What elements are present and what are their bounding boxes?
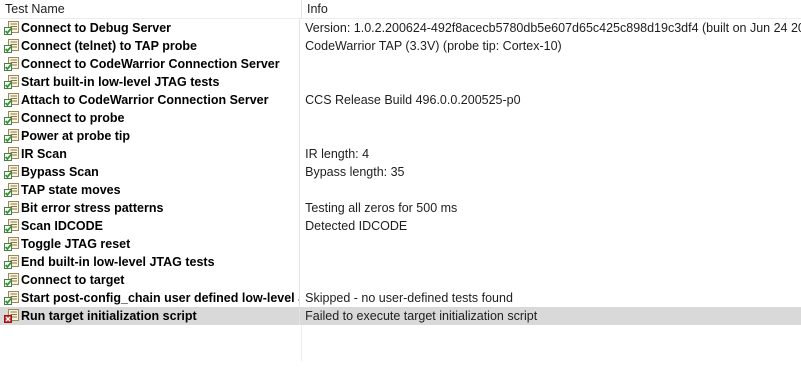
table-row[interactable]: Toggle JTAG reset — [0, 235, 801, 253]
info-cell — [300, 271, 801, 289]
table-row[interactable]: TAP state moves — [0, 181, 801, 199]
test-name-cell[interactable]: Run target initialization script — [0, 307, 301, 325]
test-results-table: Test Name Info Connect to Debug Server Ve… — [0, 0, 801, 373]
info-cell: Skipped - no user-defined tests found — [305, 291, 513, 305]
checklist-pass-icon — [4, 291, 19, 305]
checklist-pass-icon — [4, 21, 19, 35]
test-name-cell[interactable]: Connect to CodeWarrior Connection Server — [0, 55, 301, 73]
info-cell — [300, 253, 801, 271]
empty-cell — [0, 325, 302, 343]
table-row[interactable]: Bypass Scan Bypass length: 35 — [0, 163, 801, 181]
info-cell: Bypass length: 35 — [305, 165, 405, 179]
test-name-cell[interactable]: Bypass Scan — [0, 163, 301, 181]
table-row[interactable]: Bit error stress patterns Testing all zer… — [0, 199, 801, 217]
checklist-pass-icon — [4, 111, 19, 125]
test-name-label: Toggle JTAG reset — [21, 237, 131, 251]
checklist-pass-icon — [4, 75, 19, 89]
test-name-label: Connect to target — [21, 273, 125, 287]
column-header-test-name[interactable]: Test Name — [0, 0, 302, 18]
test-name-label: Bypass Scan — [21, 165, 99, 179]
checklist-pass-icon — [4, 93, 19, 107]
test-name-cell[interactable]: Toggle JTAG reset — [0, 235, 301, 253]
table-row[interactable]: Connect to Debug Server Version: 1.0.2.20… — [0, 19, 801, 37]
test-name-label: Connect to Debug Server — [21, 21, 172, 35]
checklist-pass-icon — [4, 147, 19, 161]
test-name-cell[interactable]: Connect to Debug Server — [0, 19, 301, 37]
test-name-label: TAP state moves — [21, 183, 121, 197]
empty-row — [0, 343, 801, 361]
test-name-cell[interactable]: IR Scan — [0, 145, 301, 163]
empty-cell — [0, 343, 302, 361]
test-name-label: End built-in low-level JTAG tests — [21, 255, 215, 269]
checklist-pass-icon — [4, 273, 19, 287]
test-name-label: Scan IDCODE — [21, 219, 103, 233]
test-name-cell[interactable]: Connect to probe — [0, 109, 301, 127]
info-cell — [300, 55, 801, 73]
test-name-cell[interactable]: End built-in low-level JTAG tests — [0, 253, 301, 271]
test-name-cell[interactable]: Attach to CodeWarrior Connection Server — [0, 91, 301, 109]
table-row[interactable]: Run target initialization script Failed t… — [0, 307, 801, 325]
test-name-cell[interactable]: Power at probe tip — [0, 127, 301, 145]
test-name-cell[interactable]: Bit error stress patterns — [0, 199, 301, 217]
checklist-pass-icon — [4, 237, 19, 251]
test-name-label: Bit error stress patterns — [21, 201, 164, 215]
test-name-label: Connect to CodeWarrior Connection Server — [21, 57, 280, 71]
test-name-label: Start post-config_chain user defined low… — [21, 291, 301, 305]
test-name-label: Connect (telnet) to TAP probe — [21, 39, 197, 53]
test-name-cell[interactable]: TAP state moves — [0, 181, 301, 199]
info-cell: CCS Release Build 496.0.0.200525-p0 — [305, 93, 521, 107]
info-cell — [300, 73, 801, 91]
empty-cell — [302, 325, 801, 343]
info-cell — [300, 235, 801, 253]
test-name-cell[interactable]: Start built-in low-level JTAG tests — [0, 73, 301, 91]
checklist-pass-icon — [4, 39, 19, 53]
table-row[interactable]: Connect to probe — [0, 109, 801, 127]
table-row[interactable]: IR Scan IR length: 4 — [0, 145, 801, 163]
table-row[interactable]: Connect (telnet) to TAP probe CodeWarrior… — [0, 37, 801, 55]
test-name-label: IR Scan — [21, 147, 67, 161]
test-name-cell[interactable]: Connect (telnet) to TAP probe — [0, 37, 301, 55]
checklist-pass-icon — [4, 255, 19, 269]
table-row[interactable]: Scan IDCODE Detected IDCODE — [0, 217, 801, 235]
table-row[interactable]: Connect to target — [0, 271, 801, 289]
table-row[interactable]: Connect to CodeWarrior Connection Server — [0, 55, 801, 73]
table-row[interactable]: Start built-in low-level JTAG tests — [0, 73, 801, 91]
test-name-label: Connect to probe — [21, 111, 125, 125]
info-cell: Detected IDCODE — [305, 219, 408, 233]
table-body: Connect to Debug Server Version: 1.0.2.20… — [0, 19, 801, 361]
table-row[interactable]: End built-in low-level JTAG tests — [0, 253, 801, 271]
test-name-label: Power at probe tip — [21, 129, 131, 143]
empty-cell — [302, 343, 801, 361]
info-cell — [300, 181, 801, 199]
test-name-cell[interactable]: Scan IDCODE — [0, 217, 301, 235]
checklist-pass-icon — [4, 165, 19, 179]
checklist-pass-icon — [4, 57, 19, 71]
test-name-cell[interactable]: Connect to target — [0, 271, 301, 289]
table-row[interactable]: Attach to CodeWarrior Connection Server C… — [0, 91, 801, 109]
info-cell: Failed to execute target initialization … — [305, 309, 538, 323]
empty-row — [0, 325, 801, 343]
test-name-cell[interactable]: Start post-config_chain user defined low… — [0, 289, 301, 307]
info-cell: CodeWarrior TAP (3.3V) (probe tip: Corte… — [305, 39, 562, 53]
test-name-label: Run target initialization script — [21, 309, 197, 323]
info-cell — [300, 127, 801, 145]
info-cell: Testing all zeros for 500 ms — [305, 201, 458, 215]
checklist-pass-icon — [4, 183, 19, 197]
table-header: Test Name Info — [0, 0, 801, 19]
checklist-pass-icon — [4, 201, 19, 215]
checklist-fail-icon — [4, 309, 19, 323]
info-cell: Version: 1.0.2.200624-492f8acecb5780db5e… — [305, 21, 801, 35]
test-name-label: Start built-in low-level JTAG tests — [21, 75, 220, 89]
test-name-label: Attach to CodeWarrior Connection Server — [21, 93, 269, 107]
column-header-info[interactable]: Info — [302, 0, 801, 18]
checklist-pass-icon — [4, 129, 19, 143]
table-row[interactable]: Start post-config_chain user defined low… — [0, 289, 801, 307]
info-cell: IR length: 4 — [305, 147, 370, 161]
info-cell — [300, 109, 801, 127]
table-row[interactable]: Power at probe tip — [0, 127, 801, 145]
checklist-pass-icon — [4, 219, 19, 233]
